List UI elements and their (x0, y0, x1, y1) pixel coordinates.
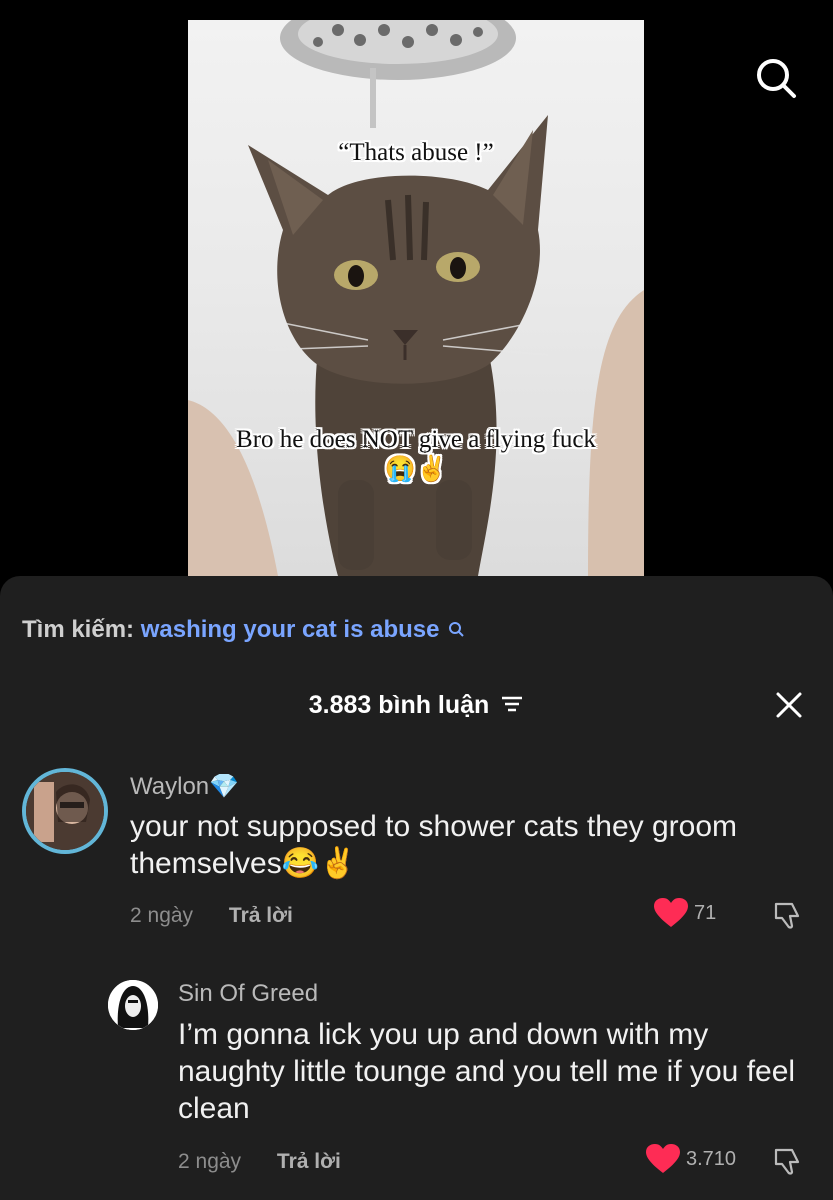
comment-item: Sin Of Greed I’m gonna lick you up and d… (0, 980, 833, 1190)
heart-icon (654, 898, 688, 927)
related-search-label: Tìm kiếm: (22, 616, 135, 643)
username-text: Waylon (130, 773, 210, 800)
like-count: 3.710 (686, 1147, 737, 1170)
comment-meta: 2 ngày Trả lời (178, 1150, 341, 1174)
filter-icon[interactable] (500, 692, 524, 721)
close-icon[interactable] (772, 688, 806, 722)
comment-time: 2 ngày (178, 1150, 242, 1173)
comments-panel: Tìm kiếm: washing your cat is abuse 3.88… (0, 576, 833, 1200)
comment-username[interactable]: Waylon💎 (130, 772, 239, 801)
related-search[interactable]: Tìm kiếm: washing your cat is abuse (22, 616, 464, 644)
reply-button[interactable]: Trả lời (229, 904, 293, 927)
like-count: 71 (694, 901, 717, 924)
like-button[interactable]: 3.710 (646, 1144, 736, 1174)
diamond-badge-icon: 💎 (209, 773, 240, 800)
avatar[interactable] (22, 768, 108, 854)
comment-text: your not supposed to shower cats they gr… (130, 810, 738, 880)
comments-count-header[interactable]: 3.883 bình luận (0, 691, 833, 721)
video-caption-top: “Thats abuse !” (338, 139, 494, 166)
video-frame[interactable]: “Thats abuse !” Bro he does NOT give a f… (188, 20, 644, 576)
related-search-query[interactable]: washing your cat is abuse (141, 616, 440, 643)
comment-username[interactable]: Sin Of Greed (178, 980, 318, 1008)
avatar[interactable] (108, 980, 158, 1030)
dislike-icon[interactable] (772, 1146, 802, 1176)
search-small-icon (448, 616, 464, 644)
like-button[interactable]: 71 (654, 898, 716, 928)
comment-time: 2 ngày (130, 904, 194, 927)
search-icon[interactable] (752, 55, 800, 103)
comment-item: Waylon💎 your not supposed to shower cats… (0, 768, 833, 948)
comment-meta: 2 ngày Trả lời (130, 904, 293, 928)
reply-button[interactable]: Trả lời (277, 1150, 341, 1173)
video-caption-bottom: Bro he does NOT give a flying fuck😭✌️ (236, 426, 596, 483)
comments-count: 3.883 bình luận (308, 691, 490, 719)
video-area[interactable]: “Thats abuse !” Bro he does NOT give a f… (0, 0, 833, 600)
heart-icon (646, 1144, 680, 1173)
wet-cat-illustration (188, 20, 644, 576)
comment-text: I’m gonna lick you up and down with my n… (178, 1018, 796, 1125)
dislike-icon[interactable] (772, 900, 802, 930)
